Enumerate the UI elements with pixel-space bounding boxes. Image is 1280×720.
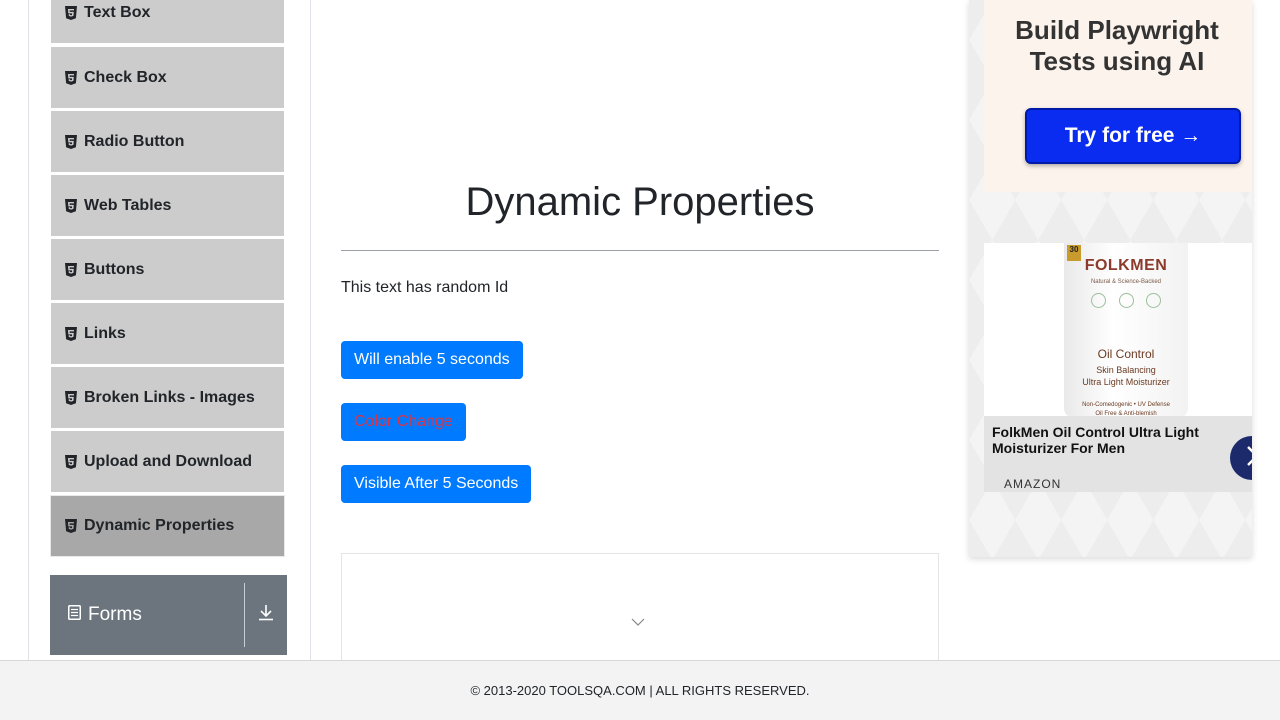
- certification-icons: [1091, 293, 1161, 308]
- sidebar-item-label: Radio Button: [84, 132, 185, 150]
- title-divider: [341, 250, 939, 251]
- sidebar-item-label: Dynamic Properties: [84, 517, 235, 534]
- ad-container: [341, 553, 939, 673]
- sidebar-right-border: [310, 0, 311, 660]
- page-title: Dynamic Properties: [465, 180, 815, 224]
- product-title: FolkMen Oil Control Ultra Light Moisturi…: [992, 424, 1199, 456]
- left-gutter-line: [28, 0, 29, 660]
- sidebar-group-forms[interactable]: Forms: [50, 575, 287, 655]
- chevron-right-icon: [1245, 445, 1252, 472]
- sidebar-item-dynamic-properties[interactable]: Dynamic Properties: [50, 495, 285, 557]
- next-arrow-button[interactable]: [1230, 436, 1252, 480]
- product-name: Oil Control: [1097, 347, 1155, 361]
- visible-after-button[interactable]: Visible After 5 Seconds: [341, 465, 532, 503]
- html5-icon: [65, 326, 77, 341]
- sidebar-item-label: Text Box: [84, 3, 151, 21]
- sidebar-item-broken-links[interactable]: Broken Links - Images: [50, 367, 285, 429]
- enable-after-button[interactable]: Will enable 5 seconds: [341, 341, 523, 379]
- playwright-ad[interactable]: Build Playwright Tests using AI Try for …: [984, 0, 1252, 192]
- chevron-down-icon[interactable]: [630, 614, 646, 632]
- copyright-text: © 2013-2020 TOOLSQA.COM | ALL RIGHTS RES…: [470, 683, 810, 698]
- sidebar-item-upload-download[interactable]: Upload and Download: [50, 431, 285, 493]
- sidebar-item-label: Buttons: [84, 260, 145, 278]
- product-line-3: Ultra Light Moisturizer: [1082, 377, 1170, 387]
- product-tagline: Natural & Science-Backed: [1090, 279, 1162, 285]
- sidebar-item-label: Web Tables: [84, 196, 172, 214]
- product-brand: FOLKMEN: [1084, 257, 1168, 274]
- try-for-free-button[interactable]: Try for free →: [1025, 108, 1241, 164]
- sidebar-item-label: Links: [84, 324, 126, 342]
- html5-icon: [65, 70, 77, 85]
- sidebar-item-label: Check Box: [84, 68, 167, 86]
- group-label: Forms: [88, 604, 142, 625]
- html5-icon: [65, 390, 77, 405]
- html5-icon: [65, 262, 77, 277]
- sidebar-item-links[interactable]: Links: [50, 303, 285, 365]
- group-header[interactable]: Forms: [50, 575, 244, 655]
- html5-icon: [65, 519, 77, 533]
- ad-heading: Build Playwright Tests using AI: [1015, 15, 1219, 76]
- random-id-text: This text has random Id: [341, 279, 509, 296]
- sidebar-item-radio-button[interactable]: Radio Button: [50, 111, 285, 173]
- html5-icon: [65, 134, 77, 149]
- footer: © 2013-2020 TOOLSQA.COM | ALL RIGHTS RES…: [0, 660, 1280, 720]
- html5-icon: [65, 5, 77, 20]
- sidebar-item-check-box[interactable]: Check Box: [50, 47, 285, 109]
- html5-icon: [65, 198, 77, 213]
- product-caption[interactable]: FolkMen Oil Control Ultra Light Moisturi…: [984, 416, 1252, 492]
- document-icon: [68, 605, 81, 625]
- right-ad-column: Build Playwright Tests using AI Try for …: [969, 0, 1252, 557]
- sidebar-item-web-tables[interactable]: Web Tables: [50, 175, 285, 237]
- product-image: 30 FOLKMEN Natural & Science-Backed Oil …: [1064, 243, 1188, 418]
- sidebar-item-buttons[interactable]: Buttons: [50, 239, 285, 301]
- sidebar-item-text-box[interactable]: Text Box: [50, 0, 285, 44]
- product-line-2: Skin Balancing: [1096, 365, 1156, 375]
- html5-icon: [65, 454, 77, 469]
- store-label: AMAZON: [1004, 477, 1062, 491]
- product-line-4: Non-Comedogenic • UV Defense: [1082, 402, 1170, 408]
- expand-toggle[interactable]: [245, 575, 287, 655]
- sidebar-item-label: Upload and Download: [84, 452, 252, 470]
- sidebar-item-label: Broken Links - Images: [84, 388, 255, 406]
- download-arrow-icon: [258, 604, 274, 626]
- product-ad[interactable]: 30 FOLKMEN Natural & Science-Backed Oil …: [984, 243, 1252, 492]
- group-divider: [244, 583, 245, 647]
- color-change-button[interactable]: Color Change: [341, 403, 466, 441]
